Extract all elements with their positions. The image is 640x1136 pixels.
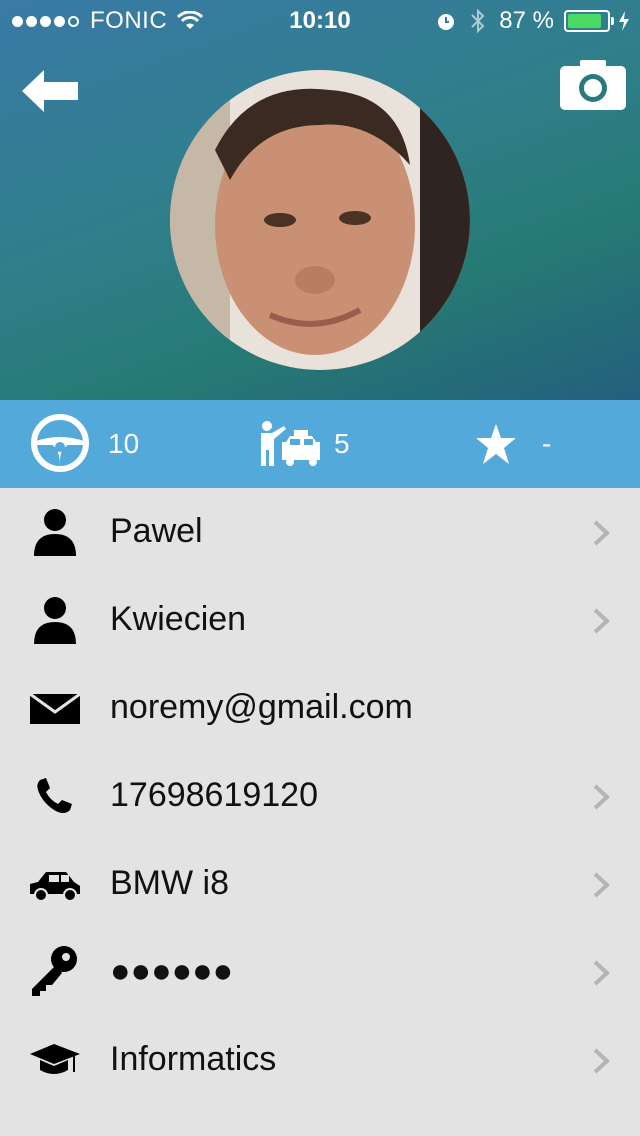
chevron-right-icon xyxy=(593,1048,610,1074)
person-icon xyxy=(34,597,76,644)
person-icon xyxy=(34,509,76,556)
stats-bar: 10 5 - xyxy=(0,400,640,488)
phone-icon xyxy=(37,778,72,813)
taxi-passenger-icon xyxy=(261,421,320,466)
password-row[interactable]: ●●●●●● xyxy=(0,928,640,1016)
passenger-rides-count: 5 xyxy=(334,428,350,459)
avatar-image xyxy=(170,70,470,370)
back-button[interactable] xyxy=(22,70,80,112)
profile-photo[interactable] xyxy=(170,70,470,370)
status-bar: FONIC 10:10 87 % xyxy=(0,0,640,40)
last-name-label: Kwiecien xyxy=(110,600,247,638)
phone-label: 17698619120 xyxy=(110,776,319,814)
battery-icon xyxy=(564,10,614,32)
battery-percent: 87 % xyxy=(499,7,554,34)
chevron-right-icon xyxy=(593,872,610,898)
phone-row[interactable]: 17698619120 xyxy=(0,752,640,840)
car-model-label: BMW i8 xyxy=(110,864,229,902)
charging-icon xyxy=(619,11,629,31)
education-row[interactable]: Informatics xyxy=(0,1016,640,1104)
steering-wheel-icon xyxy=(31,414,89,472)
email-label: noremy@gmail.com xyxy=(110,688,413,726)
profile-header: FONIC 10:10 87 % xyxy=(0,0,640,400)
graduation-cap-icon xyxy=(30,1044,80,1074)
car-icon xyxy=(30,872,80,902)
battery-fill xyxy=(568,14,602,28)
envelope-icon xyxy=(29,692,81,724)
chevron-right-icon xyxy=(593,608,610,634)
email-row[interactable]: noremy@gmail.com xyxy=(0,664,640,752)
chevron-right-icon xyxy=(593,960,610,986)
bluetooth-icon xyxy=(471,8,485,34)
education-label: Informatics xyxy=(110,1040,277,1078)
driver-rides-count: 10 xyxy=(108,428,140,459)
profile-details-list: Pawel Kwiecien noremy@gmail.com 17698619… xyxy=(0,488,640,1104)
chevron-right-icon xyxy=(593,784,610,810)
camera-button[interactable] xyxy=(560,60,626,110)
car-row[interactable]: BMW i8 xyxy=(0,840,640,928)
first-name-row[interactable]: Pawel xyxy=(0,488,640,576)
alarm-icon xyxy=(438,14,455,30)
password-label: ●●●●●● xyxy=(110,952,234,990)
last-name-row[interactable]: Kwiecien xyxy=(0,576,640,664)
key-icon xyxy=(32,946,77,996)
rating-value: - xyxy=(542,428,552,459)
star-icon xyxy=(476,424,516,464)
first-name-label: Pawel xyxy=(110,512,203,550)
chevron-right-icon xyxy=(593,520,610,546)
